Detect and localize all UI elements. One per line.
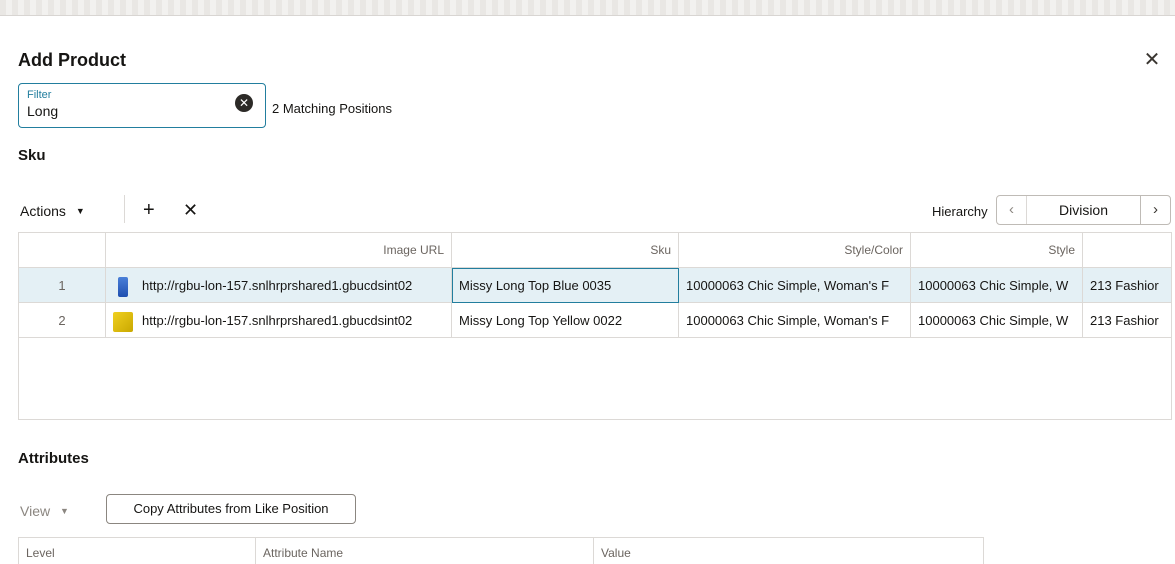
style-color-cell[interactable]: 10000063 Chic Simple, Woman's F [679,268,911,303]
view-label: View [20,503,51,519]
table-row[interactable]: 2 http://rgbu-lon-157.snlhrprshared1.gbu… [19,303,1171,338]
grid-header-row: Image URL Sku Style/Color Style [19,233,1171,268]
product-thumbnail [118,276,128,297]
copy-attributes-button[interactable]: Copy Attributes from Like Position [106,494,356,524]
caret-down-icon: ▼ [59,506,69,516]
column-header-attribute-name[interactable]: Attribute Name [256,538,594,564]
close-icon[interactable]: ✕ [183,200,198,221]
column-header-level[interactable]: Level [19,538,256,564]
view-menu-button[interactable]: View ▼ [20,503,69,519]
filter-field[interactable]: Filter ✕ [18,83,266,128]
column-header-image-url[interactable]: Image URL [106,233,452,268]
actions-menu-button[interactable]: Actions ▼ [20,203,85,219]
image-url-cell[interactable]: http://rgbu-lon-157.snlhrprshared1.gbucd… [106,303,452,338]
matching-count: 2 Matching Positions [272,101,392,116]
hierarchy-navigator: ‹ Division › [996,195,1171,225]
extra-cell[interactable]: 213 Fashior [1083,268,1171,303]
attributes-section-title: Attributes [18,450,89,467]
row-number: 2 [19,303,106,338]
attributes-grid-header: Level Attribute Name Value [18,537,984,564]
column-header-value[interactable]: Value [594,538,983,564]
column-header-rownum [19,233,106,268]
style-color-cell[interactable]: 10000063 Chic Simple, Woman's F [679,303,911,338]
style-cell[interactable]: 10000063 Chic Simple, W [911,268,1083,303]
column-header-style-color[interactable]: Style/Color [679,233,911,268]
image-url-cell[interactable]: http://rgbu-lon-157.snlhrprshared1.gbucd… [106,268,452,303]
chevron-left-icon[interactable]: ‹ [997,196,1027,224]
chevron-right-icon[interactable]: › [1140,196,1170,224]
sku-cell[interactable]: Missy Long Top Blue 0035 [452,268,679,303]
actions-label: Actions [20,203,66,219]
extra-cell[interactable]: 213 Fashior [1083,303,1171,338]
caret-down-icon: ▼ [75,206,85,216]
clear-circle-icon[interactable]: ✕ [235,94,253,112]
table-row[interactable]: 1 http://rgbu-lon-157.snlhrprshared1.gbu… [19,268,1171,303]
toolbar-divider [124,195,125,223]
hierarchy-label: Hierarchy [932,204,988,219]
close-icon[interactable]: ✕ [1141,49,1163,71]
column-header-extra[interactable] [1083,233,1171,268]
product-thumbnail [113,311,133,332]
dialog-title: Add Product [18,50,126,70]
image-url-text: http://rgbu-lon-157.snlhrprshared1.gbucd… [142,278,413,293]
image-url-text: http://rgbu-lon-157.snlhrprshared1.gbucd… [142,313,413,328]
filter-input[interactable] [27,103,227,119]
style-cell[interactable]: 10000063 Chic Simple, W [911,303,1083,338]
row-number: 1 [19,268,106,303]
background-strip [0,0,1175,16]
column-header-style[interactable]: Style [911,233,1083,268]
sku-cell[interactable]: Missy Long Top Yellow 0022 [452,303,679,338]
filter-label: Filter [27,89,52,101]
hierarchy-value: Division [1058,202,1108,218]
column-header-sku[interactable]: Sku [452,233,679,268]
plus-icon[interactable]: + [143,199,155,222]
sku-section-title: Sku [18,147,46,164]
sku-grid: Image URL Sku Style/Color Style 1 http:/… [18,232,1172,420]
